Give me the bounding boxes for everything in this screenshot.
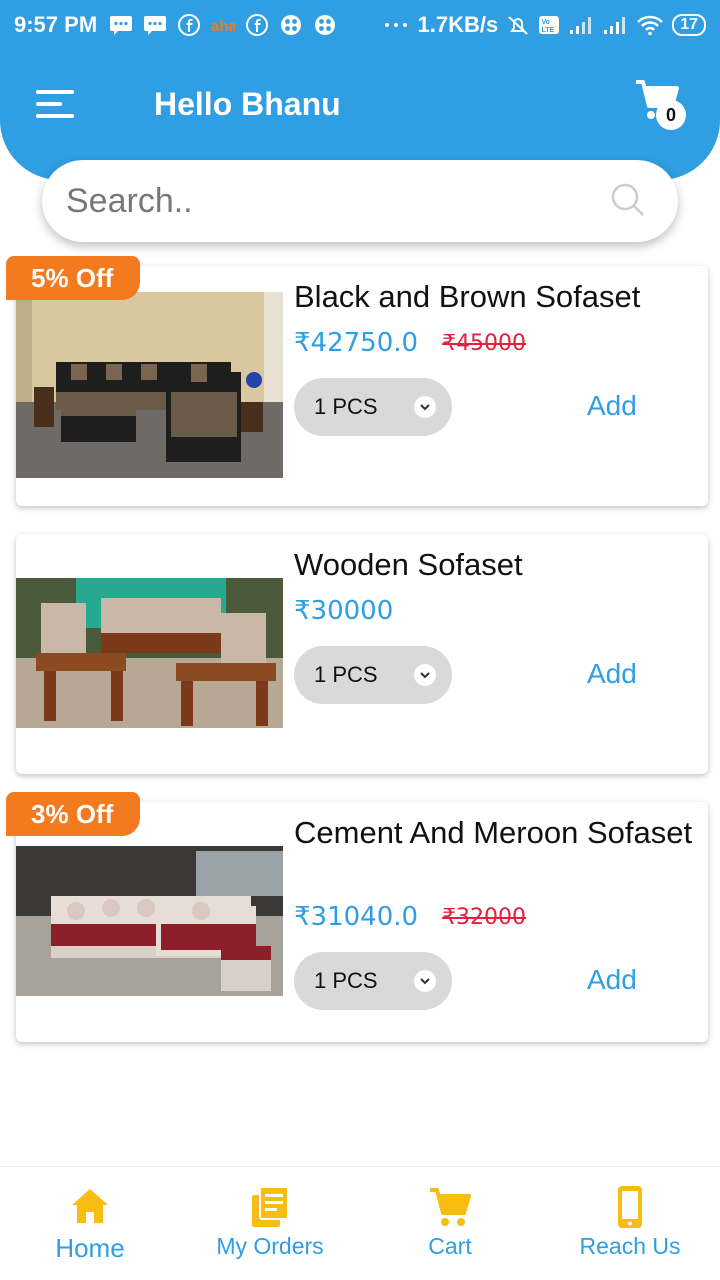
menu-button[interactable]: [36, 90, 76, 122]
cart-icon: [430, 1188, 471, 1226]
page-title: Hello Bhanu: [154, 86, 341, 122]
facebook-icon: [246, 14, 269, 36]
search-bar: [42, 160, 678, 242]
network-speed: 1.7KB/s: [417, 12, 499, 37]
status-time: 9:57 PM: [14, 12, 98, 37]
signal-icon: [604, 17, 626, 34]
price-row: ₹31040.0 ₹32000: [294, 902, 526, 932]
battery-indicator: 17: [672, 14, 706, 36]
quantity-dropdown[interactable]: 1 PCS: [294, 378, 452, 436]
home-icon: [72, 1189, 108, 1223]
wifi-icon: [637, 15, 664, 36]
product-image: [16, 292, 283, 478]
signal-icon: [570, 17, 592, 34]
more-icon: [385, 23, 408, 27]
product-image: [16, 578, 283, 728]
quantity-value: 1 PCS: [314, 968, 378, 993]
quantity-dropdown[interactable]: 1 PCS: [294, 646, 452, 704]
volte-icon: VoLTE: [539, 16, 560, 34]
product-name: Black and Brown Sofaset: [294, 279, 641, 314]
product-name: Cement And Meroon Sofaset: [294, 815, 693, 850]
app-icon: [315, 15, 336, 35]
discount-badge: 5% Off: [6, 256, 140, 300]
phone-icon: [618, 1186, 642, 1228]
facebook-icon: [178, 14, 201, 36]
product-original-price: ₹45000: [442, 330, 527, 356]
search-icon[interactable]: [610, 182, 646, 218]
svg-text:aha: aha: [211, 18, 235, 35]
product-card[interactable]: Cement And Meroon Sofaset ₹31040.0 ₹3200…: [16, 802, 708, 1042]
chevron-down-icon: [414, 396, 436, 418]
nav-cart[interactable]: Cart: [360, 1167, 540, 1280]
menu-icon: [36, 90, 74, 94]
price-row: ₹30000: [294, 596, 393, 626]
header-cart-button[interactable]: 0: [634, 78, 692, 134]
nav-my-orders[interactable]: My Orders: [180, 1167, 360, 1280]
product-original-price: ₹32000: [442, 904, 527, 930]
quantity-value: 1 PCS: [314, 394, 378, 419]
product-image: [16, 846, 283, 996]
nav-cart-label: Cart: [428, 1233, 472, 1259]
bottom-navigation: Home My Orders Cart Reach Us: [0, 1166, 720, 1280]
product-price: ₹30000: [294, 596, 394, 626]
chevron-down-icon: [414, 970, 436, 992]
add-to-cart-button[interactable]: Add: [587, 658, 637, 690]
product-price: ₹31040.0: [294, 902, 419, 932]
search-input[interactable]: [66, 181, 586, 221]
message-icon: [110, 16, 133, 35]
svg-text:Vo: Vo: [542, 19, 550, 26]
nav-my-orders-label: My Orders: [216, 1233, 324, 1259]
quantity-value: 1 PCS: [314, 662, 378, 687]
add-to-cart-button[interactable]: Add: [587, 390, 637, 422]
nav-home[interactable]: Home: [0, 1167, 180, 1280]
quantity-dropdown[interactable]: 1 PCS: [294, 952, 452, 1010]
svg-text:LTE: LTE: [542, 27, 555, 34]
alarm-off-icon: [508, 16, 528, 35]
product-card[interactable]: Black and Brown Sofaset ₹42750.0 ₹45000 …: [16, 266, 708, 506]
price-row: ₹42750.0 ₹45000: [294, 328, 526, 358]
nav-reach-us[interactable]: Reach Us: [540, 1167, 720, 1280]
add-to-cart-button[interactable]: Add: [587, 964, 637, 996]
cart-count-badge: 0: [656, 100, 686, 130]
chevron-down-icon: [414, 664, 436, 686]
app-header: Hello Bhanu 0: [0, 60, 720, 156]
product-card[interactable]: Wooden Sofaset ₹30000 1 PCS Add: [16, 534, 708, 774]
nav-reach-us-label: Reach Us: [579, 1233, 681, 1259]
aha-icon: aha: [211, 18, 235, 35]
product-price: ₹42750.0: [294, 328, 419, 358]
product-name: Wooden Sofaset: [294, 547, 523, 582]
status-bar: 9:57 PM aha 1.7KB/s Vo LTE 17: [0, 0, 720, 50]
message-icon: [144, 16, 167, 35]
app-icon: [281, 15, 302, 35]
orders-icon: [252, 1186, 289, 1227]
discount-badge: 3% Off: [6, 792, 140, 836]
nav-home-label: Home: [55, 1233, 125, 1263]
